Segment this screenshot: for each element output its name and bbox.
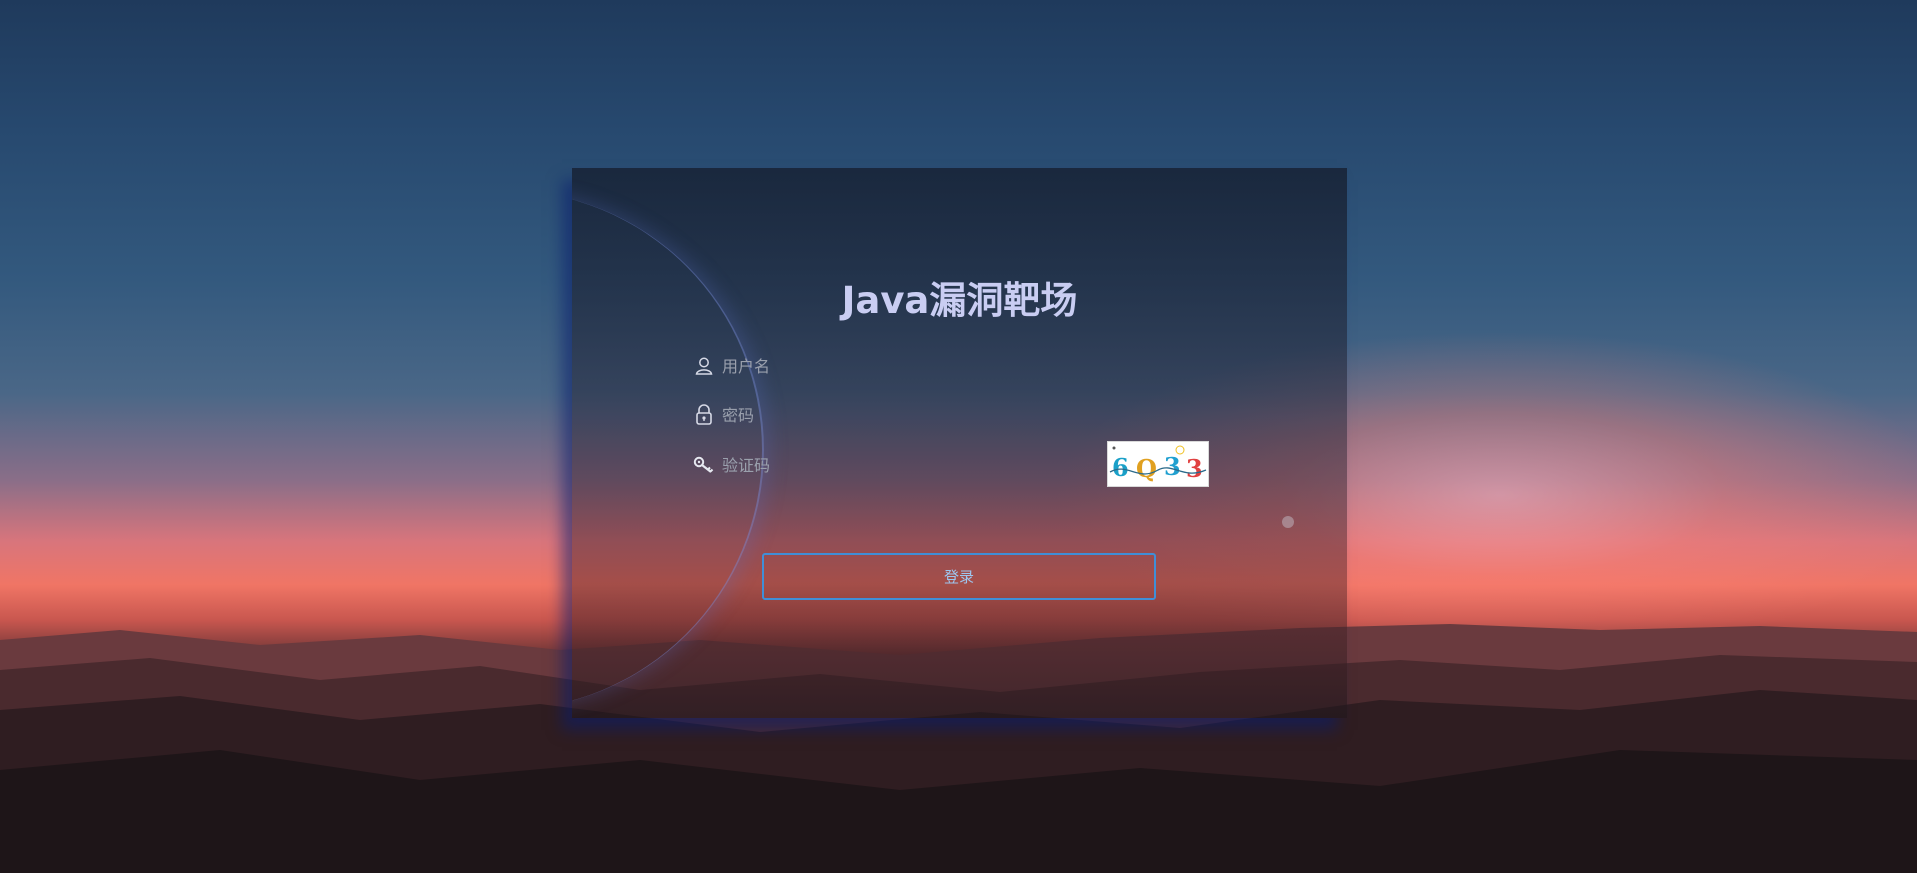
key-icon xyxy=(692,453,716,477)
username-field xyxy=(692,351,1112,381)
page-title: Java漏洞靶场 xyxy=(841,279,1078,322)
lock-icon xyxy=(692,403,716,427)
captcha-input[interactable] xyxy=(722,455,1112,475)
captcha-field xyxy=(692,450,1112,480)
login-button[interactable]: 登录 xyxy=(762,553,1156,600)
password-field xyxy=(692,400,1112,430)
login-panel: Java漏洞靶场 用户名 验证码 6 Q 3 3 登录 xyxy=(572,168,1347,718)
decorative-dot xyxy=(1282,516,1294,528)
captcha-image[interactable]: 6 Q 3 3 xyxy=(1107,441,1209,487)
svg-text:3: 3 xyxy=(1164,452,1181,481)
username-input[interactable] xyxy=(722,356,1112,376)
svg-text:Q: Q xyxy=(1136,454,1157,483)
password-input[interactable] xyxy=(722,405,1112,425)
svg-text:6: 6 xyxy=(1112,453,1129,482)
svg-text:3: 3 xyxy=(1186,454,1203,483)
user-icon xyxy=(692,354,716,378)
